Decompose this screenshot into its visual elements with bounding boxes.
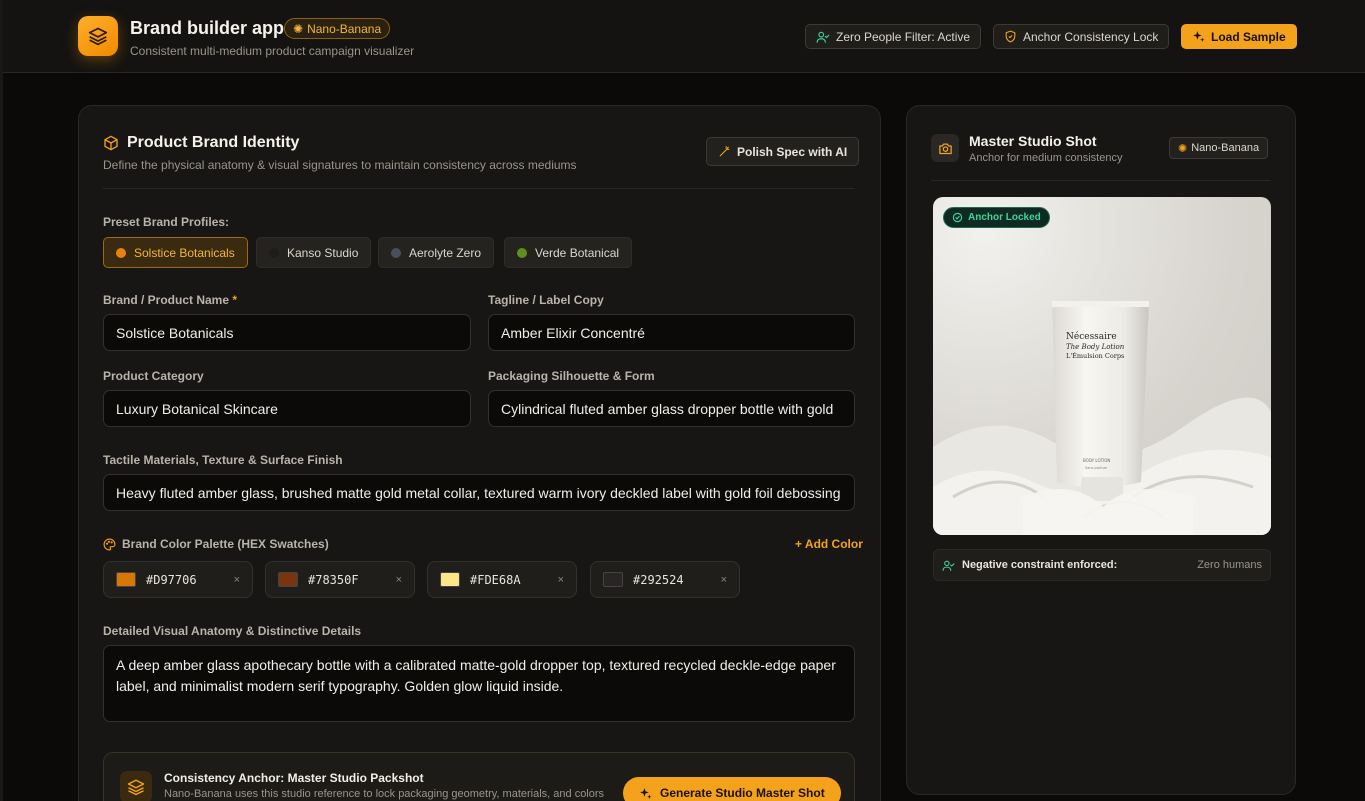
- negative-constraint-row: Negative constraint enforced: Zero human…: [933, 549, 1271, 581]
- preset-verde-botanical[interactable]: Verde Botanical: [504, 237, 633, 268]
- check-circle-icon: [952, 212, 963, 223]
- camera-icon: [938, 143, 952, 154]
- palette-icon: [103, 538, 116, 550]
- anchor-lock-button[interactable]: Anchor Consistency Lock: [993, 24, 1170, 49]
- materials-input[interactable]: Heavy fluted amber glass, brushed matte …: [103, 474, 855, 511]
- anchor-title: Consistency Anchor: Master Studio Packsh…: [164, 771, 424, 785]
- master-shot-subtitle: Anchor for medium consistency: [969, 152, 1123, 164]
- brand-identity-panel: Product Brand Identity Define the physic…: [78, 105, 881, 801]
- tube-brand-text: Nécessaire: [1066, 331, 1117, 342]
- color-swatch[interactable]: #78350F ×: [265, 561, 415, 598]
- sparkle-icon: ✺: [293, 21, 304, 36]
- preset-kanso-studio[interactable]: Kanso Studio: [256, 237, 372, 268]
- add-color-button[interactable]: + Add Color: [795, 537, 863, 551]
- preset-aerolyte-zero[interactable]: Aerolyte Zero: [378, 237, 495, 268]
- polish-spec-button[interactable]: Polish Spec with AI: [706, 137, 860, 166]
- palette-label: Brand Color Palette (HEX Swatches): [103, 537, 329, 551]
- magic-wand-icon: [719, 146, 730, 157]
- anchor-icon-box: [120, 771, 152, 801]
- tube-small-2: Sans parfum: [1085, 466, 1108, 470]
- tube-line-3: L'Émulsion Corps: [1066, 351, 1124, 360]
- section-title: Product Brand Identity: [103, 134, 299, 152]
- anchor-locked-badge: Anchor Locked: [943, 207, 1050, 228]
- model-badge: ✺ Nano-Banana: [1169, 137, 1269, 159]
- color-chip: [278, 572, 298, 587]
- app-title: Brand builder app: [130, 18, 285, 38]
- required-marker: *: [232, 293, 238, 307]
- remove-color-button[interactable]: ×: [721, 574, 727, 586]
- sparkles-icon: [1193, 31, 1205, 42]
- tagline-input[interactable]: Amber Elixir Concentré: [488, 314, 855, 351]
- user-check-icon: [816, 31, 830, 43]
- category-label: Product Category: [103, 369, 204, 383]
- master-shot-title: Master Studio Shot: [969, 133, 1097, 149]
- remove-color-button[interactable]: ×: [558, 574, 564, 586]
- packaging-input[interactable]: Cylindrical fluted amber glass dropper b…: [488, 390, 855, 427]
- brand-name-label: Brand / Product Name *: [103, 293, 238, 307]
- preset-color-dot: [116, 247, 126, 258]
- load-sample-button[interactable]: Load Sample: [1181, 24, 1297, 49]
- preset-color-dot: [391, 247, 401, 258]
- product-photo-illustration: Nécessaire The Body Lotion L'Émulsion Co…: [933, 301, 1271, 535]
- color-chip: [603, 572, 623, 587]
- color-chip: [440, 572, 460, 587]
- category-input[interactable]: Luxury Botanical Skincare: [103, 390, 471, 427]
- color-swatch[interactable]: #FDE68A ×: [427, 561, 577, 598]
- generate-master-shot-button[interactable]: Generate Studio Master Shot: [623, 777, 841, 801]
- remove-color-button[interactable]: ×: [234, 574, 240, 586]
- preset-solstice-botanicals[interactable]: Solstice Botanicals: [103, 237, 248, 268]
- cube-icon: [104, 135, 118, 151]
- color-chip: [116, 572, 136, 587]
- layers-icon: [127, 779, 145, 796]
- brand-name-input[interactable]: Solstice Botanicals: [103, 314, 471, 351]
- packaging-label: Packaging Silhouette & Form: [488, 369, 655, 383]
- section-subtitle: Define the physical anatomy & visual sig…: [103, 158, 577, 172]
- app-logo: [78, 16, 118, 56]
- master-shot-panel: Master Studio Shot Anchor for medium con…: [906, 105, 1296, 795]
- tagline-label: Tagline / Label Copy: [488, 293, 604, 307]
- sparkle-icon: ✺: [1178, 142, 1188, 155]
- color-swatch[interactable]: #292524 ×: [590, 561, 740, 598]
- tube-line-2: The Body Lotion: [1066, 343, 1125, 351]
- color-swatch[interactable]: #D97706 ×: [103, 561, 253, 598]
- layers-icon: [88, 27, 108, 46]
- zero-people-filter-button[interactable]: Zero People Filter: Active: [805, 24, 982, 49]
- preset-color-dot: [517, 247, 527, 258]
- anatomy-textarea[interactable]: A deep amber glass apothecary bottle wit…: [103, 645, 855, 722]
- anchor-subtitle: Nano-Banana uses this studio reference t…: [164, 788, 605, 800]
- preset-color-dot: [269, 247, 279, 258]
- app-header: Brand builder app ✺ Nano-Banana Consiste…: [3, 0, 1365, 73]
- camera-icon-box: [931, 134, 959, 162]
- model-badge: ✺ Nano-Banana: [284, 18, 391, 39]
- divider: [103, 188, 855, 189]
- master-shot-image: Nécessaire The Body Lotion L'Émulsion Co…: [933, 197, 1271, 535]
- user-check-icon: [942, 560, 955, 571]
- divider: [931, 180, 1271, 181]
- sparkles-icon: [640, 787, 652, 799]
- presets-label: Preset Brand Profiles:: [103, 215, 230, 229]
- remove-color-button[interactable]: ×: [396, 574, 402, 586]
- materials-label: Tactile Materials, Texture & Surface Fin…: [103, 453, 343, 467]
- consistency-anchor-card: Consistency Anchor: Master Studio Packsh…: [103, 752, 855, 801]
- app-subtitle: Consistent multi-medium product campaign…: [130, 44, 415, 58]
- anatomy-label: Detailed Visual Anatomy & Distinctive De…: [103, 624, 362, 638]
- tube-small-1: BODY LOTION: [1083, 458, 1110, 463]
- shield-icon: [1005, 30, 1016, 43]
